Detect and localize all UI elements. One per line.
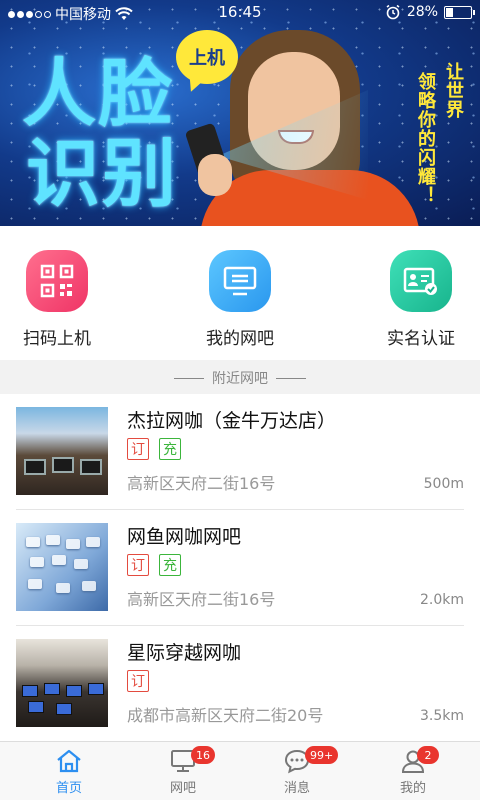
real-name-verify-button[interactable]: 实名认证 bbox=[361, 250, 480, 349]
banner-slogan-col1: 让世界 bbox=[443, 62, 464, 119]
cafe-address: 高新区天府二街16号 bbox=[127, 590, 276, 609]
tab-me[interactable]: 2 我的 bbox=[373, 746, 453, 796]
tab-me-label: 我的 bbox=[399, 781, 426, 796]
tab-messages-label: 消息 bbox=[283, 781, 310, 796]
face-recognition-banner[interactable]: 人脸 识别 上机 让世界 领略你的闪耀！ bbox=[0, 0, 480, 226]
tab-home[interactable]: 首页 bbox=[29, 748, 109, 796]
cafe-name: 杰拉网咖（金牛万达店） bbox=[127, 410, 337, 432]
bottom-tab-bar: 首页 16 网吧 99+ 消息 2 我的 bbox=[0, 741, 480, 800]
quick-actions: 扫码上机 我的网吧 实名认证 bbox=[0, 226, 480, 360]
reserve-tag: 订 bbox=[127, 554, 149, 576]
cafe-thumbnail bbox=[16, 523, 108, 611]
cafe-address: 成都市高新区天府二街20号 bbox=[127, 706, 324, 725]
recharge-tag: 充 bbox=[159, 438, 181, 460]
scan-to-login-button[interactable]: 扫码上机 bbox=[0, 250, 117, 349]
tab-home-label: 首页 bbox=[55, 781, 82, 796]
cafe-name: 星际穿越网咖 bbox=[127, 642, 242, 664]
cafe-thumbnail bbox=[16, 407, 108, 495]
divider bbox=[174, 377, 204, 379]
list-item[interactable]: 星际穿越网咖 订 成都市高新区天府二街20号 3.5km bbox=[0, 626, 480, 742]
my-netcafe-label: 我的网吧 bbox=[206, 329, 274, 349]
tab-netcafe[interactable]: 16 网吧 bbox=[143, 746, 223, 796]
cafe-name: 网鱼网咖网吧 bbox=[127, 526, 242, 548]
id-card-icon bbox=[390, 250, 452, 312]
divider bbox=[276, 377, 306, 379]
nearby-section-header: 附近网吧 bbox=[0, 362, 480, 394]
real-name-verify-label: 实名认证 bbox=[387, 329, 455, 349]
status-bar: 中国移动 16:45 28% bbox=[0, 0, 480, 26]
cafe-thumbnail bbox=[16, 639, 108, 727]
reserve-tag: 订 bbox=[127, 438, 149, 460]
nearby-cafe-list: 杰拉网咖（金牛万达店） 订 充 高新区天府二街16号 500m 网鱼网咖网吧 订… bbox=[0, 394, 480, 741]
messages-badge: 99+ bbox=[305, 746, 339, 764]
tab-netcafe-label: 网吧 bbox=[169, 781, 196, 796]
reserve-tag: 订 bbox=[127, 670, 149, 692]
my-netcafe-button[interactable]: 我的网吧 bbox=[180, 250, 300, 349]
list-item[interactable]: 网鱼网咖网吧 订 充 高新区天府二街16号 2.0km bbox=[0, 510, 480, 626]
qrcode-icon bbox=[26, 250, 88, 312]
battery-icon bbox=[444, 5, 475, 19]
monitor-icon bbox=[209, 250, 271, 312]
banner-slogan-col2: 领略你的闪耀！ bbox=[415, 72, 436, 205]
alarm-icon bbox=[386, 4, 400, 20]
me-badge: 2 bbox=[417, 746, 439, 764]
banner-bubble: 上机 bbox=[176, 30, 238, 84]
battery-percent: 28% bbox=[406, 4, 438, 20]
recharge-tag: 充 bbox=[159, 554, 181, 576]
home-icon bbox=[57, 749, 81, 773]
tab-messages[interactable]: 99+ 消息 bbox=[257, 746, 339, 796]
cafe-distance: 3.5km bbox=[419, 708, 464, 724]
scan-to-login-label: 扫码上机 bbox=[23, 329, 91, 349]
cafe-distance: 500m bbox=[423, 476, 464, 492]
cafe-address: 高新区天府二街16号 bbox=[127, 474, 276, 493]
banner-headline-line2: 识别 bbox=[26, 131, 178, 217]
section-title: 附近网吧 bbox=[212, 371, 268, 387]
cafe-distance: 2.0km bbox=[419, 592, 464, 608]
list-item[interactable]: 杰拉网咖（金牛万达店） 订 充 高新区天府二街16号 500m bbox=[0, 394, 480, 510]
netcafe-badge: 16 bbox=[191, 746, 215, 764]
